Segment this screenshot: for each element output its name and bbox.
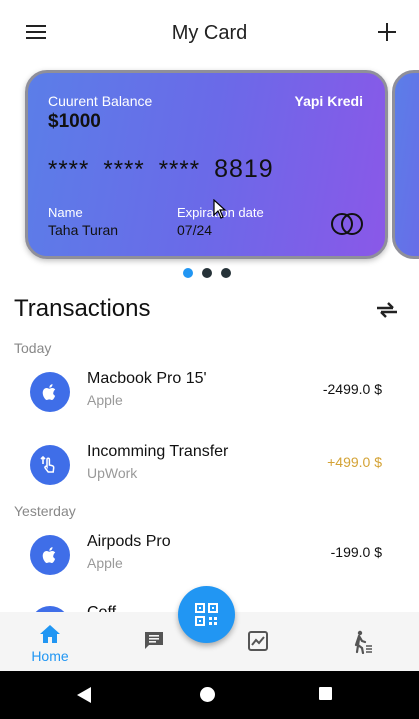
- card-number: **** **** **** 8819: [48, 155, 288, 184]
- app-bar: My Card: [0, 0, 419, 68]
- transactions-title: Transactions: [14, 295, 151, 322]
- qr-scan-button[interactable]: [178, 586, 235, 643]
- transaction-merchant: Apple: [87, 392, 123, 408]
- credit-card[interactable]: Cuurent Balance $1000 Yapi Kredi **** ***…: [25, 70, 388, 259]
- transaction-avatar: [30, 445, 70, 485]
- nav-activity[interactable]: [312, 612, 412, 671]
- transaction-amount: -2499.0 $: [322, 381, 382, 397]
- transaction-row[interactable]: Incomming Transfer UpWork +499.0 $: [0, 435, 419, 495]
- carousel-dot[interactable]: [183, 268, 193, 278]
- page-title: My Card: [171, 22, 248, 44]
- walking-person-icon: [354, 630, 372, 654]
- balance-value: $1000: [48, 111, 101, 132]
- transaction-name: Coff: [87, 604, 116, 612]
- swap-arrows-icon[interactable]: [375, 300, 399, 320]
- card-number-group: ****: [158, 156, 201, 183]
- next-card-peek[interactable]: [392, 70, 419, 259]
- chat-icon: [145, 632, 163, 649]
- chart-icon: [248, 631, 268, 651]
- transaction-merchant: Apple: [87, 555, 123, 571]
- nav-home-label: Home: [31, 648, 69, 664]
- home-icon: [40, 625, 60, 643]
- section-label-yesterday: Yesterday: [14, 503, 76, 519]
- carousel-dot[interactable]: [221, 268, 231, 278]
- bank-name: Yapi Kredi: [294, 93, 363, 109]
- mouse-cursor-icon: [213, 199, 227, 219]
- qr-code-icon: [195, 603, 218, 626]
- recents-icon[interactable]: [318, 686, 333, 701]
- add-icon[interactable]: [377, 22, 397, 42]
- transaction-row[interactable]: Airpods Pro Apple -199.0 $: [0, 525, 419, 585]
- transaction-avatar: [30, 535, 70, 575]
- apple-icon: [42, 384, 56, 400]
- system-navigation-bar: [0, 671, 419, 719]
- apple-icon: [42, 547, 56, 563]
- card-number-group: ****: [103, 156, 145, 183]
- transaction-row[interactable]: Macbook Pro 15' Apple -2499.0 $: [0, 362, 419, 422]
- balance-label: Cuurent Balance: [48, 93, 153, 109]
- transfer-icon: [40, 455, 55, 473]
- mastercard-icon: [331, 213, 363, 235]
- nav-home[interactable]: Home: [0, 612, 100, 671]
- card-number-group: ****: [48, 156, 90, 183]
- back-icon[interactable]: [76, 686, 92, 704]
- transaction-name: Macbook Pro 15': [87, 370, 207, 387]
- section-label-today: Today: [14, 340, 52, 356]
- transaction-name: Airpods Pro: [87, 533, 171, 550]
- home-circle-icon[interactable]: [199, 686, 216, 703]
- transaction-amount: -199.0 $: [330, 544, 382, 560]
- card-number-last: 8819: [214, 155, 274, 183]
- transaction-name: Incomming Transfer: [87, 443, 229, 460]
- transaction-amount: +499.0 $: [327, 454, 382, 470]
- carousel-indicator: [183, 265, 240, 278]
- expiration-value: 07/24: [177, 222, 213, 238]
- name-label: Name: [48, 205, 83, 220]
- transaction-avatar: [30, 372, 70, 412]
- transaction-merchant: UpWork: [87, 465, 138, 481]
- carousel-dot[interactable]: [202, 268, 212, 278]
- name-value: Taha Turan: [48, 222, 119, 238]
